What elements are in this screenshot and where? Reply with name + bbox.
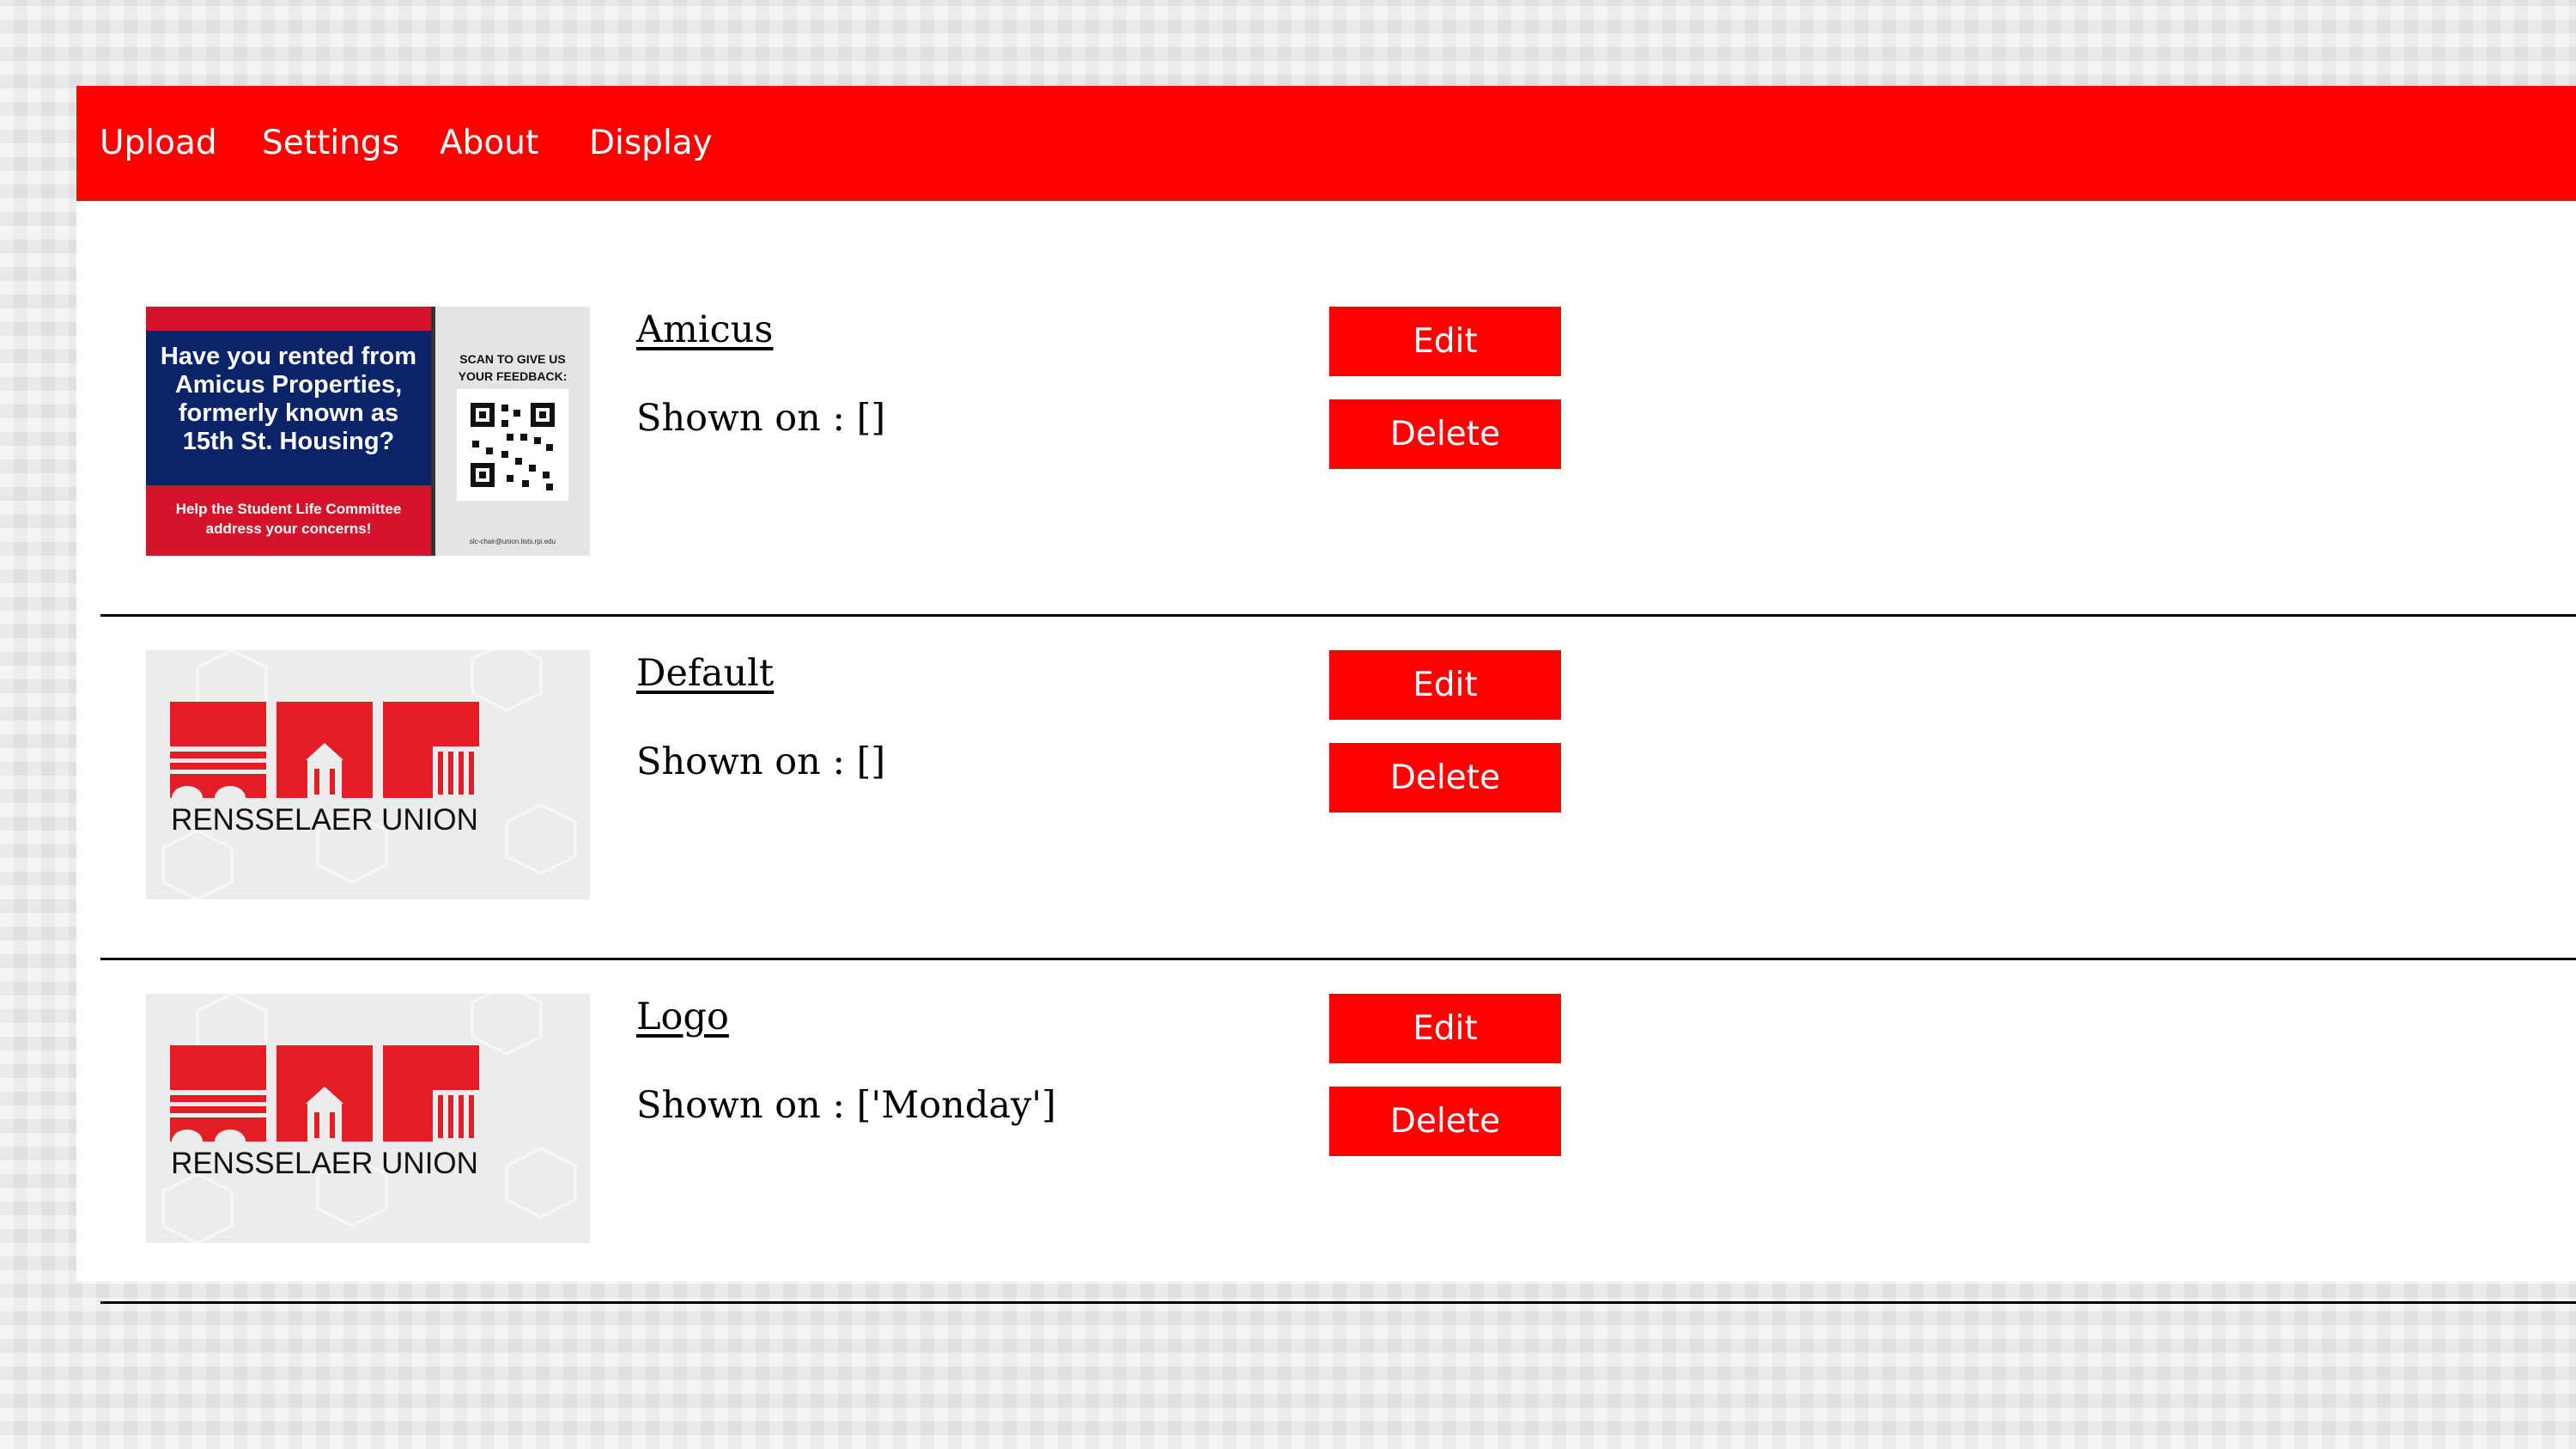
flyer-headline-3: formerly known as	[179, 399, 398, 427]
flyer-headline-1: Have you rented from	[161, 343, 416, 370]
delete-button[interactable]: Delete	[1329, 399, 1561, 469]
logo-text: RENSSELAER UNION	[171, 1147, 478, 1180]
nav-about[interactable]: About	[440, 86, 538, 201]
list-item: RENSSELAER UNION Logo Shown on : ['Monda…	[100, 958, 2576, 1304]
item-name-link[interactable]: Amicus	[636, 308, 773, 351]
nav-settings[interactable]: Settings	[262, 86, 399, 201]
edit-button[interactable]: Edit	[1329, 994, 1561, 1063]
nav-display[interactable]: Display	[589, 86, 713, 201]
delete-button[interactable]: Delete	[1329, 743, 1561, 813]
flyer-subline-1: Help the Student Life Committee	[176, 501, 402, 517]
nav-upload[interactable]: Upload	[100, 86, 217, 201]
flyer-subline-2: address your concerns!	[206, 521, 372, 537]
logo-text: RENSSELAER UNION	[171, 803, 478, 837]
list-item: Have you rented from Amicus Properties, …	[100, 271, 2576, 617]
shown-on-text: Shown on : []	[636, 397, 886, 440]
main-panel: Upload Settings About Display Have you r…	[76, 86, 2576, 1304]
flyer-email: slc-chair@union.lists.rpi.edu	[470, 538, 556, 545]
edit-button[interactable]: Edit	[1329, 307, 1561, 376]
rensselaer-union-logo-icon: RENSSELAER UNION	[146, 650, 590, 899]
thumbnail-amicus[interactable]: Have you rented from Amicus Properties, …	[146, 307, 590, 556]
thumbnail-logo[interactable]: RENSSELAER UNION	[146, 994, 590, 1243]
shown-on-text: Shown on : ['Monday']	[636, 1084, 1056, 1127]
top-navbar: Upload Settings About Display	[76, 86, 2576, 201]
thumbnail-default[interactable]: RENSSELAER UNION	[146, 650, 590, 899]
edit-button[interactable]: Edit	[1329, 650, 1561, 720]
flyer-scan-2: YOUR FEEDBACK:	[459, 369, 568, 383]
delete-button[interactable]: Delete	[1329, 1087, 1561, 1156]
flyer-headline-2: Amicus Properties,	[175, 371, 402, 399]
list-item: RENSSELAER UNION Default Shown on : [] E…	[100, 614, 2576, 960]
qr-code-icon	[457, 389, 568, 501]
rensselaer-union-logo-icon: RENSSELAER UNION	[146, 994, 590, 1243]
flyer-scan-1: SCAN TO GIVE US	[459, 352, 565, 366]
shown-on-text: Shown on : []	[636, 740, 886, 783]
item-name-link[interactable]: Logo	[636, 995, 729, 1038]
flyer-headline-4: 15th St. Housing?	[183, 428, 395, 455]
item-name-link[interactable]: Default	[636, 652, 774, 695]
